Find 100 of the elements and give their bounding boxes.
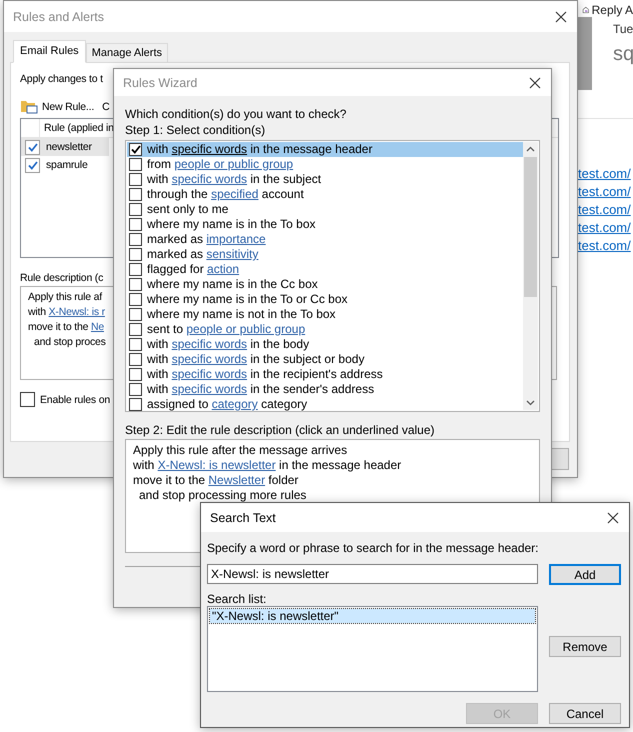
- toolbar-button[interactable]: C: [102, 100, 110, 112]
- condition-row[interactable]: from people or public group: [127, 157, 523, 172]
- condition-text: where my name is in the Cc box: [147, 277, 318, 292]
- condition-text: with specific words in the message header: [147, 142, 372, 157]
- value-link[interactable]: specific words: [172, 352, 248, 366]
- value-link[interactable]: X-Newsl: is r: [48, 306, 105, 318]
- close-icon[interactable]: [529, 76, 541, 88]
- condition-row[interactable]: flagged for action: [127, 262, 523, 277]
- condition-row[interactable]: marked as importance: [127, 232, 523, 247]
- description-label: Rule description (c: [20, 272, 104, 284]
- checkbox[interactable]: [129, 293, 142, 306]
- description-line: Apply this rule after the message arrives: [133, 443, 348, 458]
- value-link[interactable]: category: [212, 397, 258, 411]
- message-subject: sq: [613, 43, 633, 66]
- message-link[interactable]: test.com/: [578, 238, 633, 253]
- dialog-button[interactable]: [551, 448, 569, 470]
- close-icon[interactable]: [555, 10, 567, 22]
- value-link[interactable]: Newsletter: [208, 473, 266, 487]
- condition-row[interactable]: with specific words in the subject: [127, 172, 523, 187]
- value-link[interactable]: people or public group: [174, 157, 294, 171]
- condition-row[interactable]: where my name is in the To or Cc box: [127, 292, 523, 307]
- description-line: and stop processing more rules: [138, 488, 306, 503]
- value-link[interactable]: Ne: [90, 321, 104, 333]
- checkbox[interactable]: [129, 263, 142, 276]
- value-link[interactable]: X-Newsl: is newsletter: [158, 458, 276, 472]
- value-link[interactable]: specific words: [172, 337, 248, 351]
- checkbox[interactable]: [129, 323, 142, 336]
- rule-row[interactable]: spamrule: [21, 156, 109, 174]
- search-text-field[interactable]: X-Newsl: is newsletter: [207, 564, 538, 584]
- cancel-button[interactable]: Cancel: [549, 703, 621, 724]
- reply-all-button[interactable]: Reply A: [582, 3, 633, 17]
- rule-name: newsletter: [46, 141, 92, 153]
- condition-text: flagged for action: [147, 262, 240, 277]
- condition-row[interactable]: where my name is in the To box: [127, 217, 523, 232]
- checkbox[interactable]: [25, 140, 40, 154]
- condition-row[interactable]: with specific words in the sender's address: [127, 382, 523, 397]
- scrollbar-thumb[interactable]: [524, 157, 537, 297]
- value-link[interactable]: action: [207, 262, 240, 276]
- remove-button[interactable]: Remove: [549, 636, 621, 657]
- checkbox[interactable]: [129, 158, 142, 171]
- value-link[interactable]: sensitivity: [206, 247, 258, 261]
- condition-row[interactable]: assigned to category category: [127, 397, 523, 412]
- checkbox[interactable]: [129, 308, 142, 321]
- checkbox[interactable]: [129, 233, 142, 246]
- rule-row[interactable]: newsletter: [21, 138, 109, 156]
- condition-row[interactable]: marked as sensitivity: [127, 247, 523, 262]
- window-title: Search Text: [210, 510, 276, 524]
- condition-row[interactable]: where my name is not in the To box: [127, 307, 523, 322]
- condition-row[interactable]: sent to people or public group: [127, 322, 523, 337]
- condition-row[interactable]: with specific words in the subject or body: [127, 352, 523, 367]
- checkbox[interactable]: [129, 398, 142, 411]
- tab[interactable]: Manage Alerts: [86, 43, 168, 63]
- checkbox[interactable]: [129, 353, 142, 366]
- tab[interactable]: Email Rules: [13, 40, 86, 63]
- description-line: Apply this rule af: [28, 290, 102, 305]
- condition-text: through the specified account: [147, 187, 304, 202]
- apply-label: Apply changes to t: [20, 73, 103, 85]
- close-icon[interactable]: [607, 512, 619, 524]
- message-link[interactable]: test.com/: [578, 184, 633, 199]
- question-text: Which condition(s) do you want to check?: [125, 106, 348, 122]
- description-line: move it to the Ne: [28, 320, 104, 335]
- condition-text: with specific words in the body: [147, 337, 310, 352]
- value-link[interactable]: people or public group: [186, 322, 306, 336]
- message-link[interactable]: test.com/: [578, 220, 633, 235]
- checkbox[interactable]: [129, 368, 142, 381]
- window-title: Rules and Alerts: [13, 10, 104, 24]
- checkbox[interactable]: [129, 248, 142, 261]
- value-link[interactable]: specific words: [172, 382, 248, 396]
- message-link[interactable]: test.com/: [578, 166, 633, 181]
- condition-row[interactable]: with specific words in the body: [127, 337, 523, 352]
- checkbox-label: Enable rules on: [40, 394, 110, 406]
- condition-row[interactable]: with specific words in the message header: [127, 142, 523, 157]
- condition-row[interactable]: where my name is in the Cc box: [127, 277, 523, 292]
- value-link[interactable]: specific words: [172, 172, 248, 186]
- condition-row[interactable]: with specific words in the recipient's address: [127, 367, 523, 382]
- value-link[interactable]: specific words: [172, 142, 248, 156]
- checkbox[interactable]: [20, 392, 35, 407]
- scrollbar[interactable]: [523, 142, 538, 410]
- value-link[interactable]: specified: [211, 187, 258, 201]
- checkbox[interactable]: [129, 278, 142, 291]
- list-label: Search list:: [207, 592, 268, 606]
- add-button[interactable]: Add: [549, 564, 621, 585]
- message-link[interactable]: test.com/: [578, 202, 633, 217]
- checkbox[interactable]: [129, 143, 142, 156]
- value-link[interactable]: importance: [206, 232, 266, 246]
- condition-row[interactable]: through the specified account: [127, 187, 523, 202]
- checkbox[interactable]: [129, 173, 142, 186]
- checkbox[interactable]: [129, 383, 142, 396]
- checkbox[interactable]: [129, 338, 142, 351]
- checkbox[interactable]: [25, 158, 40, 172]
- new-rule-button[interactable]: New Rule...: [20, 99, 94, 114]
- checkbox[interactable]: [129, 203, 142, 216]
- prompt-text: Specify a word or phrase to search for in the message header:: [207, 541, 540, 555]
- value-link[interactable]: specific words: [172, 367, 248, 381]
- search-list-item[interactable]: "X-Newsl: is newsletter": [210, 609, 535, 623]
- checkbox[interactable]: [129, 188, 142, 201]
- condition-row[interactable]: sent only to me: [127, 202, 523, 217]
- condition-text: with specific words in the recipient's address: [147, 367, 383, 382]
- checkbox[interactable]: [129, 218, 142, 231]
- description-line: and stop proces: [33, 335, 106, 350]
